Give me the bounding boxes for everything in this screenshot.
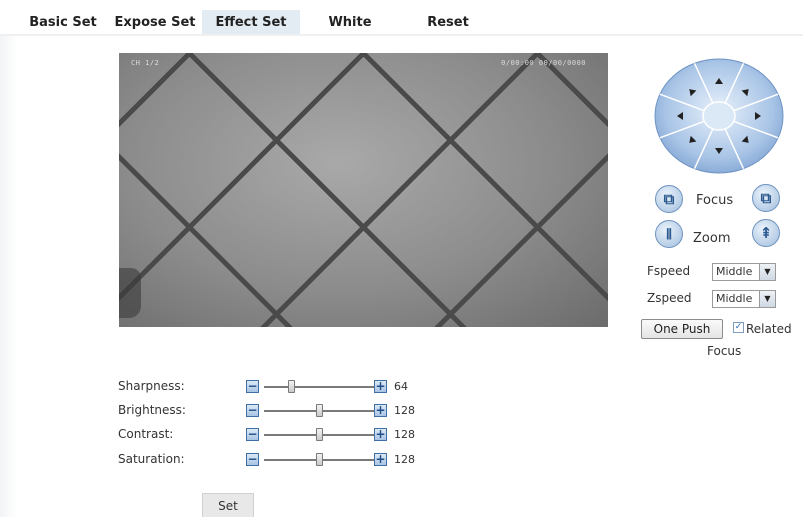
tab-effect-set[interactable]: Effect Set [202, 10, 300, 36]
slider-row-saturation: Saturation: − + 128 [118, 450, 438, 470]
contrast-label: Contrast: [118, 427, 174, 441]
contrast-decrease-button[interactable]: − [246, 428, 259, 441]
zspeed-select[interactable]: Middle ▼ [712, 290, 776, 308]
dropdown-arrow-icon: ▼ [759, 264, 775, 280]
video-osd-timestamp: 0/00:00 00/00/0000 [501, 59, 586, 67]
slider-row-contrast: Contrast: − + 128 [118, 425, 438, 445]
related-focus-label-line2: Focus [707, 344, 742, 358]
contrast-thumb[interactable] [315, 428, 323, 441]
zoom-in-button[interactable]: ⇞ [752, 219, 780, 247]
video-osd-channel: CH 1/2 [131, 59, 160, 67]
tab-bar-divider [0, 34, 803, 36]
slider-row-brightness: Brightness: − + 128 [118, 401, 438, 421]
focus-far-icon: ⧉ [760, 189, 772, 207]
slider-row-sharpness: Sharpness: − + 64 [118, 377, 438, 397]
brightness-thumb[interactable] [315, 404, 323, 417]
saturation-decrease-button[interactable]: − [246, 453, 259, 466]
checkmark-icon: ✓ [734, 322, 743, 332]
sharpness-label: Sharpness: [118, 379, 185, 393]
ptz-up-left-button[interactable] [680, 80, 704, 104]
related-focus-label: Related [746, 322, 792, 336]
sharpness-decrease-button[interactable]: − [246, 380, 259, 393]
ptz-down-left-button[interactable] [680, 128, 704, 152]
sharpness-increase-button[interactable]: + [374, 380, 387, 393]
video-preview: CH 1/2 0/00:00 00/00/0000 [119, 53, 608, 327]
tab-expose-set[interactable]: Expose Set [108, 10, 202, 36]
zspeed-value: Middle [716, 292, 753, 305]
sharpness-track[interactable] [264, 386, 374, 388]
brightness-increase-button[interactable]: + [374, 404, 387, 417]
tab-basic-set[interactable]: Basic Set [18, 10, 108, 36]
sharpness-thumb[interactable] [288, 380, 295, 393]
tab-reset[interactable]: Reset [400, 10, 496, 36]
side-shadow [0, 36, 18, 517]
ptz-right-button[interactable] [745, 104, 769, 128]
ptz-control [653, 58, 785, 174]
focus-near-button[interactable]: ⧉ [655, 185, 683, 213]
ptz-up-right-button[interactable] [734, 80, 758, 104]
zoom-out-button[interactable]: ⫼ [655, 220, 683, 248]
related-focus-checkbox[interactable]: ✓ [733, 322, 744, 333]
zoom-in-icon: ⇞ [759, 224, 773, 242]
brightness-value: 128 [394, 404, 415, 417]
focus-label: Focus [696, 193, 734, 208]
saturation-increase-button[interactable]: + [374, 453, 387, 466]
focus-near-icon: ⧉ [663, 190, 675, 208]
ptz-up-button[interactable] [707, 70, 731, 94]
zspeed-label: Zspeed [647, 291, 692, 305]
brightness-decrease-button[interactable]: − [246, 404, 259, 417]
fspeed-label: Fspeed [647, 264, 691, 278]
saturation-label: Saturation: [118, 452, 185, 466]
ptz-down-button[interactable] [707, 138, 731, 162]
video-object [119, 268, 141, 318]
tab-white[interactable]: White [300, 10, 400, 36]
brightness-label: Brightness: [118, 403, 186, 417]
saturation-value: 128 [394, 453, 415, 466]
contrast-value: 128 [394, 428, 415, 441]
contrast-increase-button[interactable]: + [374, 428, 387, 441]
zoom-label: Zoom [693, 231, 731, 246]
dropdown-arrow-icon: ▼ [759, 291, 775, 307]
fspeed-value: Middle [716, 265, 753, 278]
fspeed-select[interactable]: Middle ▼ [712, 263, 776, 281]
tab-bar: Basic Set Expose Set Effect Set White Re… [0, 0, 803, 36]
saturation-thumb[interactable] [315, 453, 323, 466]
one-push-button[interactable]: One Push [641, 319, 723, 339]
zoom-out-icon: ⫼ [666, 226, 672, 241]
set-button[interactable]: Set [202, 493, 254, 517]
ptz-dial [654, 58, 784, 174]
ptz-left-button[interactable] [669, 104, 693, 128]
sharpness-value: 64 [394, 380, 408, 393]
focus-far-button[interactable]: ⧉ [752, 184, 780, 212]
ptz-down-right-button[interactable] [734, 128, 758, 152]
